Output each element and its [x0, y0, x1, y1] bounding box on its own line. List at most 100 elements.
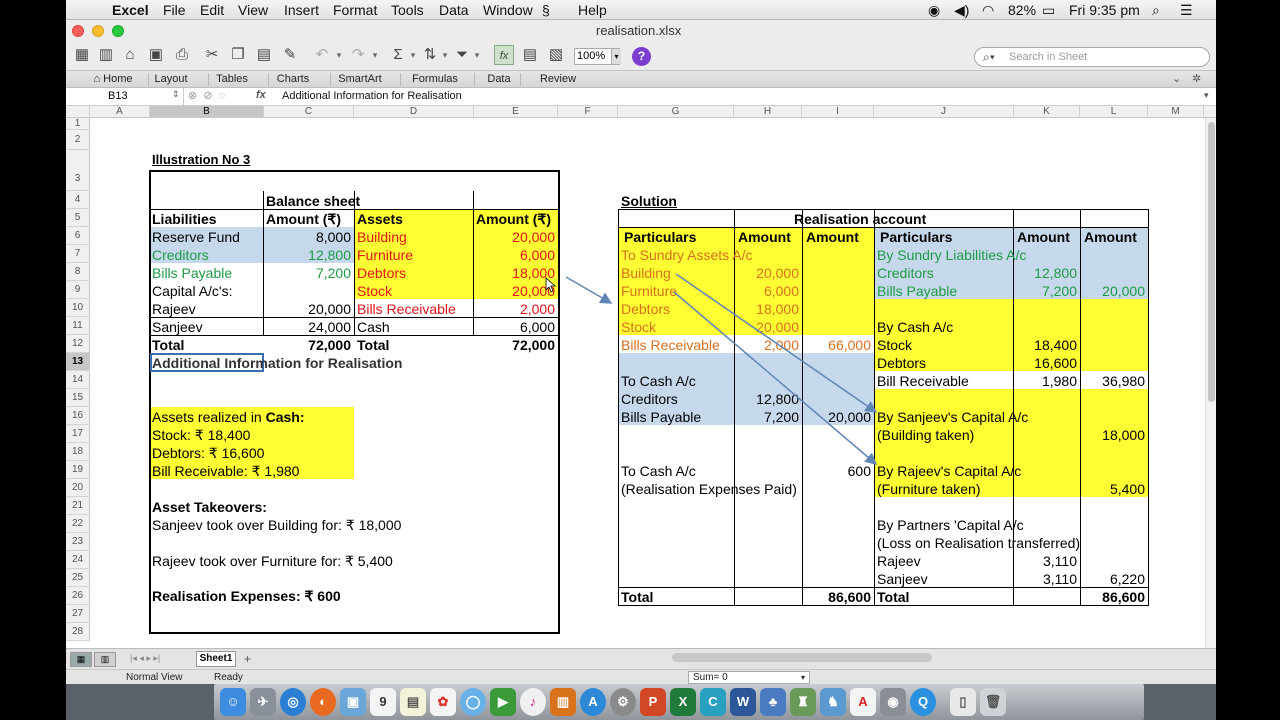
- normal-view-icon[interactable]: ▦: [70, 652, 92, 667]
- function-icon[interactable]: fx: [494, 45, 514, 65]
- sheet-tab-sheet1[interactable]: Sheet1: [196, 651, 236, 667]
- menu-view[interactable]: View: [238, 2, 268, 18]
- row-header[interactable]: 3: [66, 150, 90, 191]
- row-header[interactable]: 16: [66, 407, 90, 425]
- tab-formulas[interactable]: Formulas: [398, 73, 472, 85]
- column-header-g[interactable]: G: [618, 106, 734, 118]
- row-header[interactable]: 27: [66, 605, 90, 623]
- copy-icon[interactable]: ❐: [228, 45, 248, 65]
- select-all-corner[interactable]: [66, 106, 90, 118]
- undo-dropdown-icon[interactable]: ▾: [334, 45, 344, 65]
- column-header-k[interactable]: K: [1014, 106, 1080, 118]
- firefox-icon[interactable]: ◐: [310, 688, 336, 716]
- document-icon[interactable]: ▯: [950, 688, 976, 716]
- row-header[interactable]: 23: [66, 533, 90, 551]
- itunes-icon[interactable]: ♪: [520, 688, 546, 716]
- menu-edit[interactable]: Edit: [200, 2, 224, 18]
- battery-icon[interactable]: ▭: [1042, 2, 1055, 19]
- word-icon[interactable]: W: [730, 688, 756, 716]
- menu-format[interactable]: Format: [333, 2, 377, 18]
- row-header[interactable]: 13: [66, 353, 90, 371]
- preview-icon[interactable]: ▣: [340, 688, 366, 716]
- save-icon[interactable]: ▣: [146, 45, 166, 65]
- record-icon[interactable]: ◉: [928, 2, 940, 19]
- row-header[interactable]: 26: [66, 587, 90, 605]
- toolbox-icon[interactable]: ▤: [520, 45, 540, 65]
- formula-input[interactable]: Additional Information for Realisation: [282, 90, 462, 102]
- notes-icon[interactable]: ▤: [400, 688, 426, 716]
- format-painter-icon[interactable]: ✎: [280, 45, 300, 65]
- menu-file[interactable]: File: [163, 2, 186, 18]
- formula-expand-icon[interactable]: ▾: [1204, 90, 1209, 101]
- row-header[interactable]: 11: [66, 317, 90, 335]
- column-header-j[interactable]: J: [874, 106, 1014, 118]
- quicktime-icon[interactable]: Q: [910, 688, 936, 716]
- safari-icon[interactable]: ◎: [280, 688, 306, 716]
- tab-review[interactable]: Review: [521, 73, 595, 85]
- column-header-c[interactable]: C: [264, 106, 354, 118]
- sort-dropdown-icon[interactable]: ▾: [440, 45, 450, 65]
- tab-charts[interactable]: Charts: [256, 73, 330, 85]
- redo-dropdown-icon[interactable]: ▾: [370, 45, 380, 65]
- column-header-l[interactable]: L: [1080, 106, 1148, 118]
- vertical-scrollbar[interactable]: [1205, 118, 1216, 648]
- notification-center-icon[interactable]: ☰: [1180, 2, 1193, 19]
- minimize-icon[interactable]: [92, 25, 104, 37]
- sheet-nav-arrows-icon[interactable]: |◂ ◂ ▸ ▸|: [130, 653, 160, 664]
- wifi-icon[interactable]: ◠: [982, 2, 994, 19]
- name-box[interactable]: B13: [66, 88, 184, 105]
- migration-icon[interactable]: ♞: [820, 688, 846, 716]
- sort-icon[interactable]: ⇅: [420, 45, 440, 65]
- ribbon-collapse-icon[interactable]: ⌄: [1172, 72, 1181, 85]
- column-header-e[interactable]: E: [474, 106, 558, 118]
- worksheet-grid[interactable]: A B C D E F G H I J K L M 1 2 3 4 5 6 7 …: [66, 106, 1216, 648]
- system-preferences-icon[interactable]: ⚙: [610, 688, 636, 716]
- row-header[interactable]: 12: [66, 335, 90, 353]
- row-header[interactable]: 19: [66, 461, 90, 479]
- volume-icon[interactable]: ◀): [954, 2, 969, 19]
- row-header[interactable]: 7: [66, 245, 90, 263]
- print-icon[interactable]: ⎙: [172, 45, 192, 65]
- tab-smartart[interactable]: SmartArt: [323, 73, 397, 85]
- app-menu-excel[interactable]: Excel: [112, 2, 149, 18]
- row-header[interactable]: 18: [66, 443, 90, 461]
- row-header[interactable]: 8: [66, 263, 90, 281]
- search-in-sheet-field[interactable]: ⌕▾ Search in Sheet: [974, 47, 1210, 67]
- row-header[interactable]: 4: [66, 191, 90, 209]
- close-icon[interactable]: [72, 25, 84, 37]
- autosum-dropdown-icon[interactable]: ▾: [408, 45, 418, 65]
- trash-icon[interactable]: 🗑: [980, 688, 1006, 716]
- battery-text[interactable]: 82%: [1008, 2, 1036, 18]
- menu-tools[interactable]: Tools: [391, 2, 424, 18]
- launchpad-icon[interactable]: ✈: [250, 688, 276, 716]
- row-header[interactable]: 24: [66, 551, 90, 569]
- sum-select[interactable]: Sum= 0 ▾: [688, 671, 810, 684]
- menu-insert[interactable]: Insert: [284, 2, 319, 18]
- formula-cancel-confirm-icons[interactable]: ⊗ ⊘ ◌: [188, 89, 225, 102]
- row-header[interactable]: 5: [66, 209, 90, 227]
- zoom-icon[interactable]: [112, 25, 124, 37]
- autosum-icon[interactable]: Σ: [388, 45, 408, 65]
- finder-icon[interactable]: ☺: [220, 688, 246, 716]
- open-icon[interactable]: ⌂: [120, 45, 140, 65]
- column-header-d[interactable]: D: [354, 106, 474, 118]
- spotlight-icon[interactable]: ⌕: [1152, 2, 1160, 19]
- row-header[interactable]: 15: [66, 389, 90, 407]
- app-store-icon[interactable]: A: [580, 688, 606, 716]
- excel-icon[interactable]: X: [670, 688, 696, 716]
- menu-window[interactable]: Window: [483, 2, 533, 18]
- column-header-f[interactable]: F: [558, 106, 618, 118]
- automator-icon[interactable]: ♜: [790, 688, 816, 716]
- ibooks-icon[interactable]: ▥: [550, 688, 576, 716]
- row-header[interactable]: 28: [66, 623, 90, 641]
- add-sheet-button[interactable]: +: [244, 652, 251, 666]
- powerpoint-icon[interactable]: P: [640, 688, 666, 716]
- row-header[interactable]: 25: [66, 569, 90, 587]
- paste-icon[interactable]: ▤: [254, 45, 274, 65]
- vertical-scroll-thumb[interactable]: [1208, 122, 1215, 402]
- horizontal-scrollbar[interactable]: [672, 653, 932, 662]
- menu-help[interactable]: Help: [578, 2, 607, 18]
- ribbon-settings-icon[interactable]: ✲: [1192, 72, 1201, 85]
- facetime-icon[interactable]: ▶: [490, 688, 516, 716]
- filter-icon[interactable]: ⏷: [452, 45, 472, 65]
